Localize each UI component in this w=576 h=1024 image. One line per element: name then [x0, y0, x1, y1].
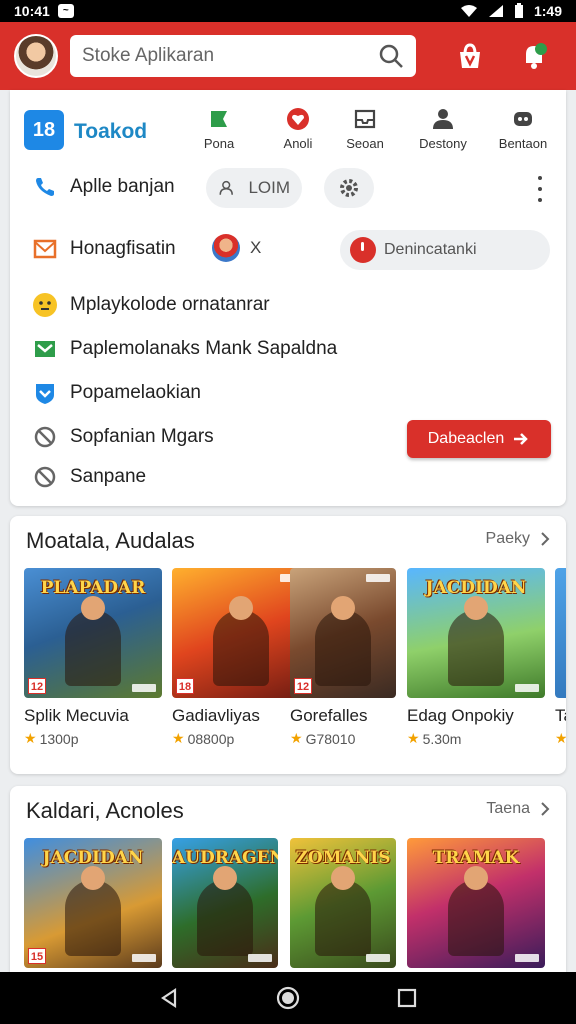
- inbox-icon: [354, 109, 376, 129]
- clock-icon: [350, 237, 376, 263]
- play-arrow-icon: [514, 433, 529, 445]
- brand-name[interactable]: Toakod: [74, 120, 147, 144]
- app-thumbnail[interactable]: 12: [290, 568, 396, 698]
- block-icon: [32, 464, 58, 490]
- app-tile[interactable]: Ta ★: [555, 568, 566, 747]
- app-rating: ★ 5.30m: [407, 730, 462, 747]
- status-time-right: 1:49: [533, 3, 562, 19]
- star-icon: ★: [172, 730, 185, 746]
- app-carousel[interactable]: JACDIDAN 15 AUDRAGEN ZOMANIS TRAMAK: [24, 838, 566, 986]
- menu-item-san[interactable]: Sanpane: [32, 464, 146, 490]
- deny-button[interactable]: Denincatanki: [340, 230, 550, 270]
- section-moatala: Moatala, Audalas Paeky PLAPADAR 12 Splik…: [10, 516, 566, 774]
- app-carousel[interactable]: PLAPADAR 12 Splik Mecuvia ★ 1300p 18 Gadi…: [24, 568, 566, 768]
- menu-item-call[interactable]: Aplle banjan: [32, 174, 175, 200]
- menu-item-history[interactable]: Honagfisatin: [32, 236, 176, 262]
- app-tile[interactable]: TRAMAK: [407, 838, 545, 968]
- quick-action-seoan[interactable]: Seoan: [330, 106, 400, 151]
- age-rating-badge: 15: [28, 948, 46, 964]
- heart-icon: [287, 108, 309, 130]
- app-header: Stoke Aplikaran: [0, 22, 576, 90]
- app-rating: ★ 1300p: [24, 730, 79, 747]
- quick-action-destony[interactable]: Destony: [408, 106, 478, 151]
- chevron-right-icon: [541, 802, 550, 816]
- app-thumbnail[interactable]: ZOMANIS: [290, 838, 396, 968]
- app-thumbnail[interactable]: [555, 568, 566, 698]
- menu-item-pop[interactable]: Popamelaokian: [32, 380, 201, 406]
- brand-logo[interactable]: 18: [24, 110, 64, 150]
- app-name: Splik Mecuvia: [24, 706, 129, 725]
- settings-button[interactable]: [324, 168, 374, 208]
- star-icon: ★: [407, 730, 420, 746]
- robot-icon: [514, 112, 532, 126]
- shield-icon: [32, 380, 58, 406]
- quick-actions-row: 18 Toakod Pona Anoli Seoan Destony Benta…: [10, 100, 566, 160]
- profile-avatar[interactable]: [14, 34, 58, 78]
- section-kaldari: Kaldari, Acnoles Taena JACDIDAN 15 AUDRA…: [10, 786, 566, 986]
- menu-item-sop[interactable]: Sopfanian Mgars: [32, 424, 214, 450]
- app-thumbnail[interactable]: TRAMAK: [407, 838, 545, 968]
- notification-bell-icon[interactable]: [514, 36, 554, 76]
- quick-action-pona[interactable]: Pona: [184, 106, 254, 151]
- star-icon: ★: [290, 730, 303, 746]
- app-tile[interactable]: JACDIDAN Edag Onpokiy ★ 5.30m: [407, 568, 545, 747]
- quick-action-bentaon[interactable]: Bentaon: [488, 106, 558, 151]
- star-icon: ★: [555, 730, 566, 746]
- menu-item-paper[interactable]: Paplemolanaks Mank Sapaldna: [32, 336, 337, 362]
- app-name: Ta: [555, 706, 566, 725]
- section-title: Kaldari, Acnoles: [26, 798, 184, 823]
- home-icon[interactable]: [273, 983, 303, 1013]
- section-more-link[interactable]: Paeky: [486, 530, 550, 548]
- emoji-icon: [32, 292, 58, 318]
- people-icon: [433, 109, 453, 129]
- age-rating-badge: 12: [294, 678, 312, 694]
- store-bag-icon[interactable]: [450, 36, 490, 76]
- status-time: 10:41: [14, 3, 50, 19]
- app-rating: ★: [555, 730, 566, 747]
- dismiss-icon[interactable]: X: [250, 238, 261, 258]
- app-thumbnail[interactable]: JACDIDAN 15: [24, 838, 162, 968]
- mail-icon: [32, 236, 58, 262]
- app-thumbnail[interactable]: JACDIDAN: [407, 568, 545, 698]
- system-nav-bar: [0, 972, 576, 1024]
- app-thumbnail[interactable]: PLAPADAR 12: [24, 568, 162, 698]
- app-thumbnail[interactable]: AUDRAGEN: [172, 838, 278, 968]
- app-name: Edag Onpokiy: [407, 706, 514, 725]
- search-icon[interactable]: [378, 43, 404, 69]
- notification-icon: ~: [57, 4, 74, 18]
- contact-avatar[interactable]: [212, 234, 240, 262]
- section-title: Moatala, Audalas: [26, 528, 195, 553]
- search-input[interactable]: Stoke Aplikaran: [82, 45, 378, 67]
- wifi-icon: [460, 5, 477, 17]
- app-tile[interactable]: PLAPADAR 12 Splik Mecuvia ★ 1300p: [24, 568, 162, 747]
- envelope-icon: [32, 336, 58, 362]
- login-button[interactable]: LOIM: [206, 168, 302, 208]
- battery-icon: [514, 3, 523, 18]
- chevron-right-icon: [541, 532, 550, 546]
- quick-action-anoli[interactable]: Anoli: [263, 106, 333, 151]
- signal-icon: [488, 5, 503, 17]
- app-tile[interactable]: JACDIDAN 15: [24, 838, 162, 968]
- menu-card: 18 Toakod Pona Anoli Seoan Destony Benta…: [10, 90, 566, 506]
- age-rating-badge: 12: [28, 678, 46, 694]
- phone-icon: [32, 174, 58, 200]
- menu-item-playlist[interactable]: Mplaykolode ornatanrar: [32, 292, 270, 318]
- status-bar: 10:41 ~ 1:49: [0, 0, 576, 22]
- recents-icon[interactable]: [392, 983, 422, 1013]
- back-icon[interactable]: [154, 983, 184, 1013]
- search-bar[interactable]: Stoke Aplikaran: [70, 35, 416, 77]
- age-rating-badge: 18: [176, 678, 194, 694]
- section-more-link[interactable]: Taena: [486, 800, 550, 818]
- flag-icon: [211, 111, 227, 127]
- block-icon: [32, 424, 58, 450]
- download-button[interactable]: Dabeaclen: [407, 420, 551, 458]
- gear-icon: [340, 179, 358, 197]
- star-icon: ★: [24, 730, 37, 746]
- more-options-icon[interactable]: [530, 176, 550, 202]
- user-icon: [219, 180, 233, 195]
